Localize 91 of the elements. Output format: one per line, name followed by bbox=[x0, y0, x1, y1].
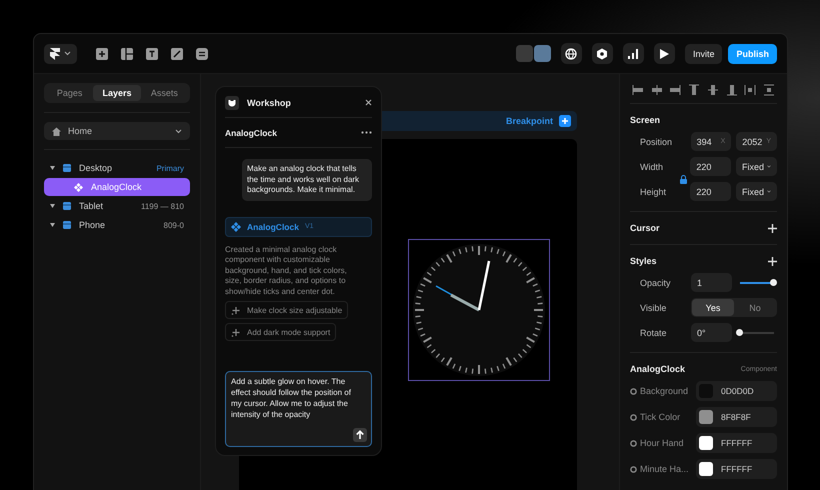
panel-tab[interactable]: Layers bbox=[93, 85, 141, 101]
align-icon[interactable] bbox=[744, 84, 756, 96]
height-field[interactable]: 220 bbox=[690, 182, 731, 201]
layer-item[interactable]: Tablet 1199 — 810 bbox=[44, 197, 190, 215]
color-field[interactable]: FFFFFF bbox=[696, 433, 777, 453]
align-icon[interactable] bbox=[688, 84, 700, 96]
gear-icon bbox=[630, 414, 637, 420]
gear-icon bbox=[630, 440, 637, 446]
panel-tab[interactable]: Assets bbox=[140, 85, 188, 101]
add-icon[interactable] bbox=[96, 48, 108, 60]
align-icon[interactable] bbox=[706, 84, 719, 96]
component-icon bbox=[231, 222, 241, 232]
page-dropdown[interactable]: Home bbox=[44, 122, 190, 140]
lock-icon[interactable] bbox=[680, 175, 687, 184]
suggestion-button[interactable]: Make clock size adjustable bbox=[225, 301, 348, 319]
pen-icon[interactable] bbox=[171, 48, 183, 60]
width-mode-dropdown[interactable]: Fixed bbox=[736, 157, 777, 176]
text-icon[interactable] bbox=[146, 48, 158, 60]
close-icon[interactable] bbox=[365, 99, 372, 106]
more-icon[interactable] bbox=[361, 131, 372, 134]
user-avatar bbox=[516, 45, 533, 62]
caret-icon bbox=[50, 166, 55, 170]
section-title: Cursor bbox=[630, 222, 660, 235]
component-icon bbox=[74, 182, 83, 192]
caret-icon bbox=[50, 204, 55, 208]
align-icon[interactable] bbox=[632, 84, 644, 96]
layout-icon[interactable] bbox=[121, 48, 133, 60]
property-label: Rotate bbox=[640, 328, 668, 338]
globe-icon bbox=[565, 48, 578, 60]
send-icon[interactable] bbox=[353, 428, 367, 442]
opacity-field[interactable]: 1 bbox=[691, 273, 732, 292]
play-icon bbox=[658, 48, 670, 60]
assistant-message: Created a minimal analog clock component with customizable background, hand, and tick colors, size, border radius, and options to show/hide ticks and center dot. bbox=[225, 244, 348, 297]
chevron-down-icon bbox=[175, 128, 182, 134]
globe-button[interactable] bbox=[560, 43, 582, 64]
gear-icon bbox=[630, 466, 637, 472]
rotate-field[interactable]: 0° bbox=[691, 323, 732, 342]
layer-item[interactable]: Desktop Primary bbox=[44, 159, 190, 177]
panel-tab[interactable]: Pages bbox=[46, 85, 94, 101]
section-title: Screen bbox=[630, 114, 662, 127]
hexagon-icon bbox=[596, 48, 608, 60]
align-icon[interactable] bbox=[650, 84, 663, 96]
invite-button[interactable]: Invite bbox=[684, 44, 722, 64]
section-title: AnalogClock bbox=[630, 363, 686, 376]
user-avatar bbox=[534, 45, 551, 62]
app-menu-button[interactable] bbox=[44, 44, 77, 64]
property-label: Background bbox=[640, 386, 688, 396]
height-mode-dropdown[interactable]: Fixed bbox=[736, 182, 777, 201]
property-label: Minute Ha... bbox=[640, 464, 689, 474]
property-label: Tick Color bbox=[640, 412, 680, 422]
color-field[interactable]: FFFFFF bbox=[696, 459, 777, 479]
database-icon[interactable] bbox=[196, 48, 208, 60]
color-field[interactable]: 0D0D0D bbox=[696, 381, 777, 401]
frame-icon bbox=[63, 202, 71, 210]
caret-icon bbox=[50, 223, 55, 227]
align-icon[interactable] bbox=[726, 84, 738, 96]
property-label: Width bbox=[640, 162, 664, 172]
frame-icon bbox=[63, 221, 71, 229]
property-label: Position bbox=[640, 136, 674, 146]
bar-chart-icon bbox=[627, 48, 640, 60]
color-field[interactable]: 8F8F8F bbox=[696, 407, 777, 427]
layer-item[interactable]: AnalogClock bbox=[44, 178, 190, 196]
add-icon[interactable] bbox=[768, 256, 777, 266]
property-label: Hour Hand bbox=[640, 438, 684, 448]
gear-icon bbox=[630, 388, 637, 394]
settings-button[interactable] bbox=[592, 43, 613, 64]
sparkle-icon bbox=[231, 328, 240, 336]
add-breakpoint-icon[interactable] bbox=[559, 115, 571, 127]
message-input[interactable]: Add a subtle glow on hover. The effect should follow the position of my cursor. Allow me to adjust the intensity of the opacity bbox=[225, 371, 372, 447]
align-icon[interactable] bbox=[762, 84, 775, 96]
logo-icon bbox=[50, 48, 60, 60]
bear-icon bbox=[225, 96, 239, 110]
property-label: Height bbox=[640, 186, 668, 196]
visible-option[interactable]: No bbox=[734, 299, 776, 316]
home-icon bbox=[52, 126, 61, 136]
width-field[interactable]: 220 bbox=[690, 157, 731, 176]
section-title: Styles bbox=[630, 255, 657, 268]
frame-icon bbox=[63, 164, 71, 172]
user-message: Make an analog clock that tells the time and works well on dark backgrounds. Make it minimal. bbox=[242, 159, 372, 200]
sparkle-icon bbox=[231, 306, 240, 314]
analytics-button[interactable] bbox=[622, 43, 644, 64]
panel-title: Workshop bbox=[247, 98, 292, 108]
property-label: Opacity bbox=[640, 278, 672, 288]
chevron-down-icon bbox=[64, 51, 71, 56]
visible-option[interactable]: Yes bbox=[692, 299, 734, 316]
preview-button[interactable] bbox=[654, 43, 675, 64]
property-label: Visible bbox=[640, 302, 668, 312]
align-icon[interactable] bbox=[669, 84, 682, 96]
suggestion-button[interactable]: Add dark mode support bbox=[225, 323, 336, 341]
layer-item[interactable]: Phone 809-0 bbox=[44, 216, 190, 234]
add-icon[interactable] bbox=[768, 224, 777, 232]
